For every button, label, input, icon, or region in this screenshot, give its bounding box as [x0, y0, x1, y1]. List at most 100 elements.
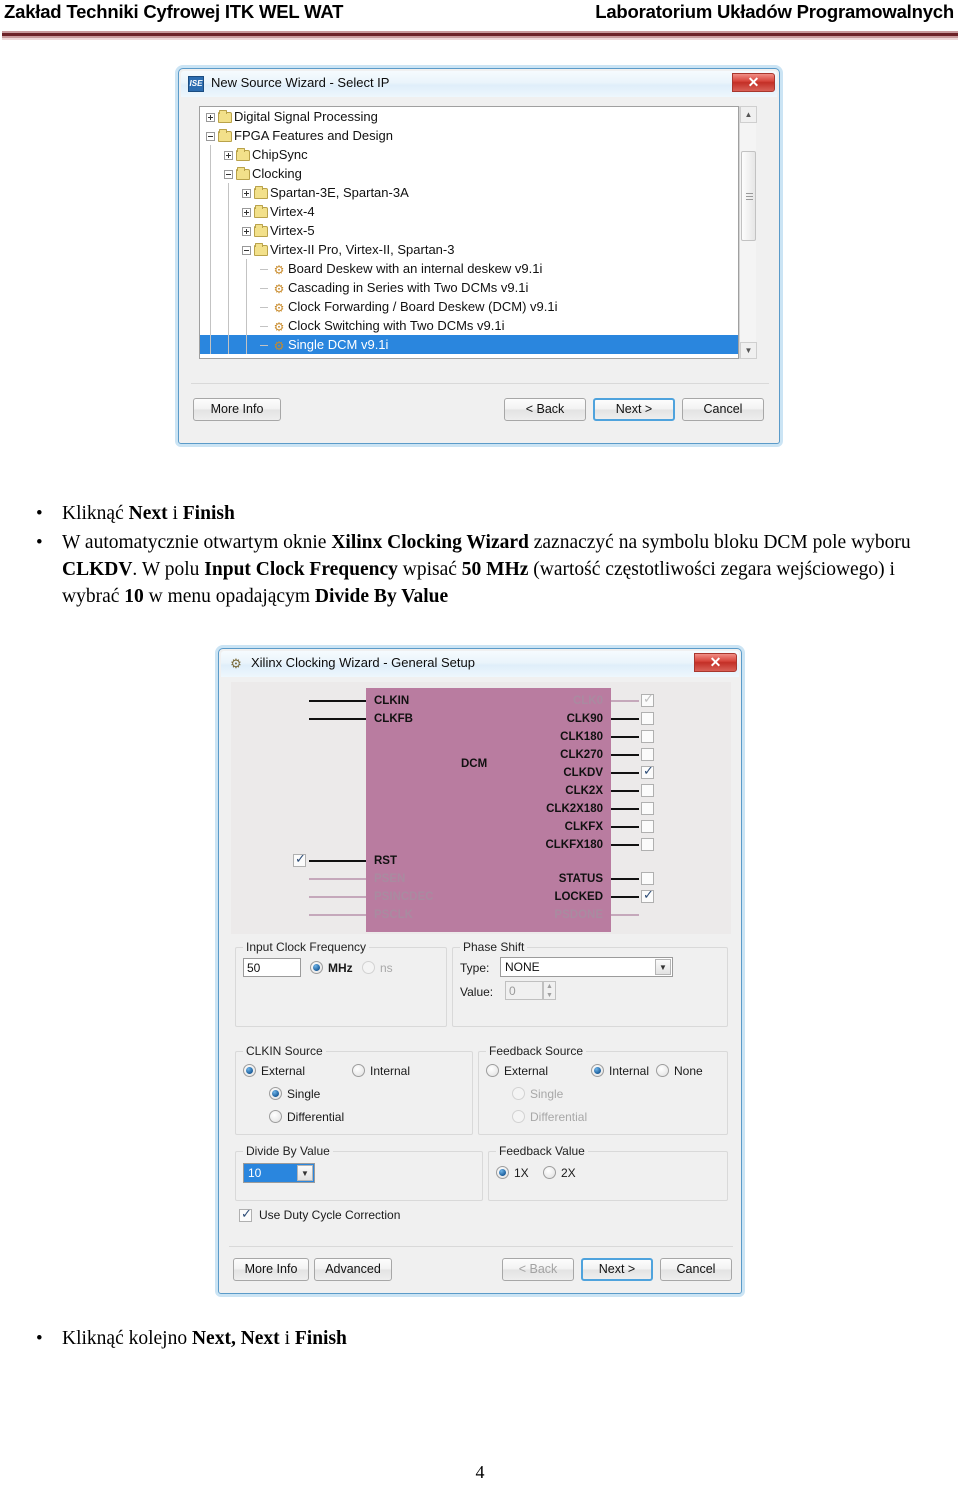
expand-icon[interactable]	[206, 113, 215, 123]
phase-shift-stepper[interactable]: ▲ ▼	[543, 981, 556, 1000]
expand-icon[interactable]	[224, 151, 233, 161]
ip-tree[interactable]: Digital Signal Processing FPGA Features a…	[199, 106, 739, 359]
tree-item[interactable]: ⚙ Single DCM v9.1i	[200, 335, 738, 354]
tree-item[interactable]: Virtex-5	[200, 221, 738, 240]
pin-checkbox-rst[interactable]: ✓	[293, 852, 306, 867]
more-info-button[interactable]: More Info	[193, 398, 281, 421]
pin-wire	[309, 896, 366, 898]
collapse-icon[interactable]	[242, 246, 251, 256]
cancel-button[interactable]: Cancel	[660, 1258, 732, 1281]
chevron-down-icon[interactable]: ▼	[297, 1165, 313, 1181]
tree-item[interactable]: ⚙ Clock Forwarding / Board Deskew (DCM) v…	[200, 297, 738, 316]
header-row: Zakład Techniki Cyfrowej ITK WEL WAT Lab…	[0, 1, 960, 25]
folder-icon	[218, 129, 232, 143]
feedback-single-label: Single	[530, 1087, 564, 1101]
feedback-external-radio[interactable]	[486, 1064, 499, 1077]
tree-item[interactable]: Digital Signal Processing	[200, 107, 738, 126]
pin-checkbox-clk0[interactable]: ✓	[641, 692, 654, 707]
tree-item[interactable]: Spartan-3E, Spartan-3A	[200, 183, 738, 202]
use-duty-cycle-label: Use Duty Cycle Correction	[259, 1208, 401, 1222]
expand-icon[interactable]	[242, 208, 251, 218]
feedback-1x-radio[interactable]	[496, 1166, 509, 1179]
back-button[interactable]: < Back	[504, 398, 586, 421]
scroll-up-icon[interactable]: ▲	[740, 106, 757, 123]
feedback-differential-label: Differential	[530, 1110, 588, 1124]
page-number: 4	[475, 1462, 485, 1482]
expand-icon[interactable]	[242, 189, 251, 199]
pin-checkbox-clkfx180[interactable]: ✓	[641, 838, 654, 851]
header-right-title: Laboratorium Układów Programowalnych	[595, 1, 954, 22]
tree-guide-line	[228, 240, 229, 259]
pin-checkbox-clk2x180[interactable]: ✓	[641, 802, 654, 815]
tree-item[interactable]: Virtex-II Pro, Virtex-II, Spartan-3	[200, 240, 738, 259]
unit-ns-radio[interactable]	[362, 961, 375, 974]
feedback-2x-radio[interactable]	[543, 1166, 556, 1179]
back-button[interactable]: < Back	[502, 1258, 574, 1281]
tree-item-label: FPGA Features and Design	[234, 128, 393, 143]
scroll-down-icon[interactable]: ▼	[740, 342, 757, 359]
clkin-differential-radio[interactable]	[269, 1110, 282, 1123]
scrollbar-thumb[interactable]	[741, 151, 756, 241]
tree-guide-line	[246, 297, 247, 316]
dialog1-titlebar[interactable]: ISE New Source Wizard - Select IP ✕	[181, 71, 777, 97]
clkin-external-radio[interactable]	[243, 1064, 256, 1077]
dialog2-titlebar[interactable]: ⚙ Xilinx Clocking Wizard - General Setup…	[221, 651, 739, 677]
tree-guide-line	[210, 164, 211, 183]
pin-checkbox-clk2x[interactable]: ✓	[641, 784, 654, 797]
more-info-button[interactable]: More Info	[233, 1258, 309, 1281]
pin-checkbox-clkfx[interactable]: ✓	[641, 820, 654, 833]
tree-guide-line	[228, 335, 229, 354]
pin-checkbox-clk90[interactable]: ✓	[641, 712, 654, 725]
unit-mhz-radio[interactable]	[310, 961, 323, 974]
dialog1-title: New Source Wizard - Select IP	[211, 75, 390, 90]
b1-bold-next: Next	[128, 503, 168, 524]
phase-shift-type-combo[interactable]: NONE ▼	[500, 957, 673, 977]
close-icon[interactable]: ✕	[732, 73, 775, 92]
chevron-down-icon[interactable]: ▼	[655, 959, 671, 975]
pin-label-psen: PSEN	[374, 873, 406, 885]
folder-icon	[254, 186, 268, 200]
dialog2-title: Xilinx Clocking Wizard - General Setup	[251, 655, 475, 670]
divide-by-value-combo[interactable]: 10 ▼	[243, 1163, 315, 1183]
cancel-button[interactable]: Cancel	[682, 398, 764, 421]
pin-checkbox-clkdv[interactable]: ✓	[641, 764, 654, 779]
pin-label-clk90: CLK90	[566, 713, 603, 725]
pin-label-clkfx: CLKFX	[564, 821, 603, 833]
pin-label-clkfx180: CLKFX180	[545, 839, 603, 851]
tree-item[interactable]: FPGA Features and Design	[200, 126, 738, 145]
tree-item[interactable]: ⚙ Cascading in Series with Two DCMs v9.1i	[200, 278, 738, 297]
tree-item[interactable]: ⚙ Board Deskew with an internal deskew v9…	[200, 259, 738, 278]
header-left-title: Zakład Techniki Cyfrowej ITK WEL WAT	[4, 1, 344, 22]
feedback-internal-radio[interactable]	[591, 1064, 604, 1077]
tree-item[interactable]: ⚙ Clock Switching with Two DCMs v9.1i	[200, 316, 738, 335]
phase-shift-value-field[interactable]: 0	[505, 981, 543, 1000]
expand-icon[interactable]	[242, 227, 251, 237]
collapse-icon[interactable]	[224, 170, 233, 180]
tree-guide-line	[228, 316, 229, 335]
pin-checkbox-locked[interactable]: ✓	[641, 888, 654, 903]
pin-wire	[309, 700, 366, 702]
tree-item[interactable]: ChipSync	[200, 145, 738, 164]
feedback-1x-label: 1X	[514, 1166, 529, 1180]
feedback-none-radio[interactable]	[656, 1064, 669, 1077]
t2-pre: Kliknąć kolejno	[62, 1328, 192, 1349]
tree-item[interactable]: Virtex-4	[200, 202, 738, 221]
collapse-icon[interactable]	[206, 132, 215, 142]
next-button[interactable]: Next >	[581, 1258, 653, 1281]
feedback-single-radio[interactable]	[512, 1087, 525, 1100]
use-duty-cycle-checkbox[interactable]: ✓	[239, 1207, 252, 1222]
feedback-source-label: Feedback Source	[486, 1044, 587, 1058]
tree-item[interactable]: Clocking	[200, 164, 738, 183]
clkin-internal-radio[interactable]	[352, 1064, 365, 1077]
b2-text-2: zaznaczyć na symbolu bloku DCM pole wybo…	[528, 532, 911, 553]
next-button[interactable]: Next >	[593, 398, 675, 421]
pin-checkbox-clk180[interactable]: ✓	[641, 730, 654, 743]
pin-checkbox-status[interactable]: ✓	[641, 872, 654, 885]
clkin-single-radio[interactable]	[269, 1087, 282, 1100]
close-icon[interactable]: ✕	[694, 653, 737, 672]
advanced-button[interactable]: Advanced	[314, 1258, 392, 1281]
ip-tree-scrollbar[interactable]: ▲ ▼	[739, 106, 757, 359]
input-frequency-field[interactable]: 50	[243, 958, 301, 977]
pin-checkbox-clk270[interactable]: ✓	[641, 748, 654, 761]
feedback-differential-radio[interactable]	[512, 1110, 525, 1123]
